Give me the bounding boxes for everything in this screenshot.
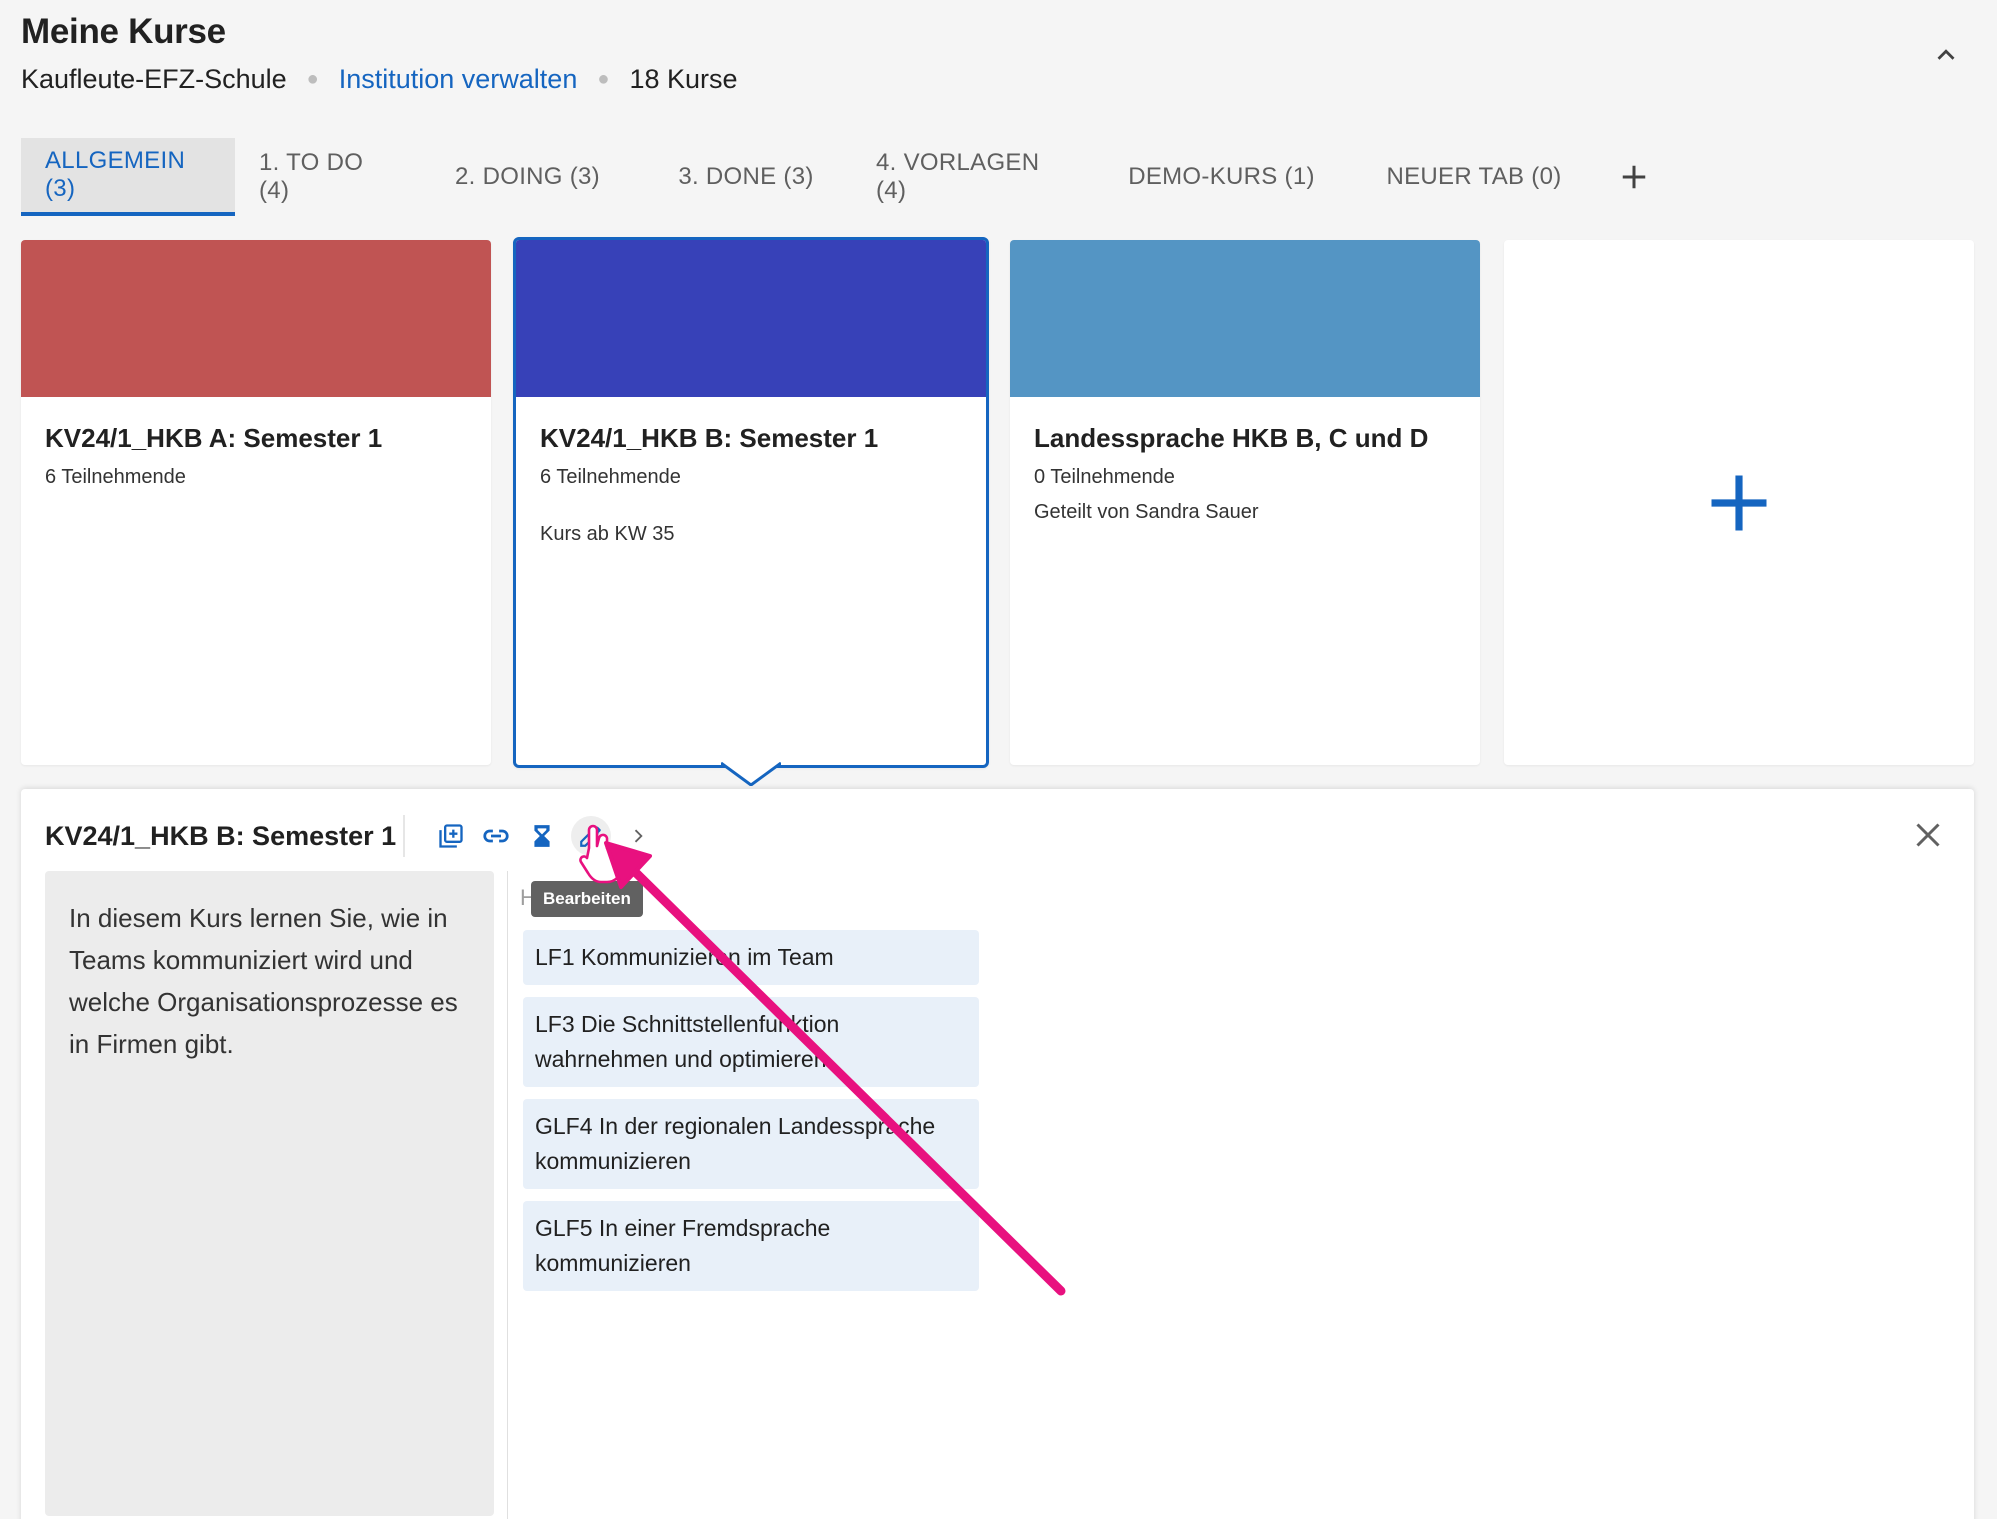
edit-icon [580, 826, 601, 847]
course-card[interactable]: KV24/1_HKB A: Semester 1 6 Teilnehmende [21, 240, 491, 765]
tab-doing[interactable]: 2. DOING (3) [415, 138, 640, 216]
card-banner [1010, 240, 1480, 397]
description-panel: In diesem Kurs lernen Sie, wie in Teams … [45, 871, 494, 1516]
edit-button[interactable] [571, 816, 611, 856]
course-detail-panel: KV24/1_HKB B: Semester 1 In diesem Kurs … [21, 789, 1974, 1519]
chevron-up-icon [1937, 49, 1955, 60]
card-note: Kurs ab KW 35 [540, 523, 675, 545]
chevron-right-icon [634, 829, 643, 843]
course-card[interactable]: Landessprache HKB B, C und D 0 Teilnehme… [1010, 240, 1480, 765]
card-banner [516, 240, 986, 397]
plus-icon [1711, 475, 1767, 530]
tab-allgemein[interactable]: ALLGEMEIN (3) [21, 138, 235, 216]
card-banner [21, 240, 491, 397]
header-subline: Kaufleute-EFZ-Schule ● Institution verwa… [21, 64, 738, 95]
card-participants: 6 Teilnehmende [45, 466, 186, 488]
add-course-card[interactable] [1504, 240, 1974, 765]
duplicate-button[interactable] [434, 819, 468, 853]
learning-fields-list: LF1 Kommunizieren im Team LF3 Die Schnit… [523, 930, 979, 1303]
column-divider [507, 871, 508, 1519]
selection-pointer [721, 762, 781, 786]
course-description: In diesem Kurs lernen Sie, wie in Teams … [69, 903, 458, 1059]
page-header: Meine Kurse Kaufleute-EFZ-Schule ● Insti… [21, 12, 738, 95]
course-card-selected[interactable]: KV24/1_HKB B: Semester 1 6 Teilnehmende … [513, 237, 989, 786]
manage-institution-link[interactable]: Institution verwalten [339, 64, 578, 95]
card-title: KV24/1_HKB B: Semester 1 [540, 423, 879, 453]
card-participants: 0 Teilnehmende [1034, 466, 1175, 488]
copy-link-button[interactable] [479, 819, 513, 853]
more-actions-button[interactable] [621, 819, 655, 853]
learning-field-item[interactable]: LF3 Die Schnittstellenfunktion wahrnehme… [523, 997, 979, 1087]
course-count: 18 Kurse [629, 64, 738, 94]
tab-todo[interactable]: 1. TO DO (4) [235, 138, 415, 216]
edit-tooltip: Bearbeiten [531, 881, 643, 917]
institution-name: Kaufleute-EFZ-Schule [21, 64, 287, 94]
tab-neuer-tab[interactable]: NEUER TAB (0) [1344, 138, 1604, 216]
tab-vorlagen[interactable]: 4. VORLAGEN (4) [852, 138, 1099, 216]
separator-dot: ● [306, 68, 319, 90]
add-tab-button[interactable] [1604, 138, 1664, 216]
learning-field-item[interactable]: LF1 Kommunizieren im Team [523, 930, 979, 985]
tab-done[interactable]: 3. DONE (3) [640, 138, 852, 216]
card-shared-by: Geteilt von Sandra Sauer [1034, 501, 1259, 523]
course-tabs: ALLGEMEIN (3) 1. TO DO (4) 2. DOING (3) … [21, 138, 1664, 216]
duplicate-icon [439, 824, 463, 848]
card-title: Landessprache HKB B, C und D [1034, 423, 1429, 453]
hourglass-icon [534, 825, 550, 847]
collapse-button[interactable] [1931, 40, 1961, 70]
archive-button[interactable] [525, 819, 559, 853]
toolbar-divider [403, 815, 405, 857]
card-participants: 6 Teilnehmende [540, 466, 681, 488]
learning-field-item[interactable]: GLF5 In einer Fremdsprache kommunizieren [523, 1201, 979, 1291]
close-button[interactable] [1910, 817, 1946, 853]
card-title: KV24/1_HKB A: Semester 1 [45, 423, 383, 453]
detail-title: KV24/1_HKB B: Semester 1 [45, 821, 397, 851]
separator-dot: ● [597, 68, 610, 90]
page-title: Meine Kurse [21, 12, 226, 51]
link-icon [483, 829, 509, 843]
close-icon [1916, 823, 1940, 847]
plus-icon [1622, 165, 1646, 189]
tab-demo-kurs[interactable]: DEMO-KURS (1) [1099, 138, 1344, 216]
learning-field-item[interactable]: GLF4 In der regionalen Landessprache kom… [523, 1099, 979, 1189]
